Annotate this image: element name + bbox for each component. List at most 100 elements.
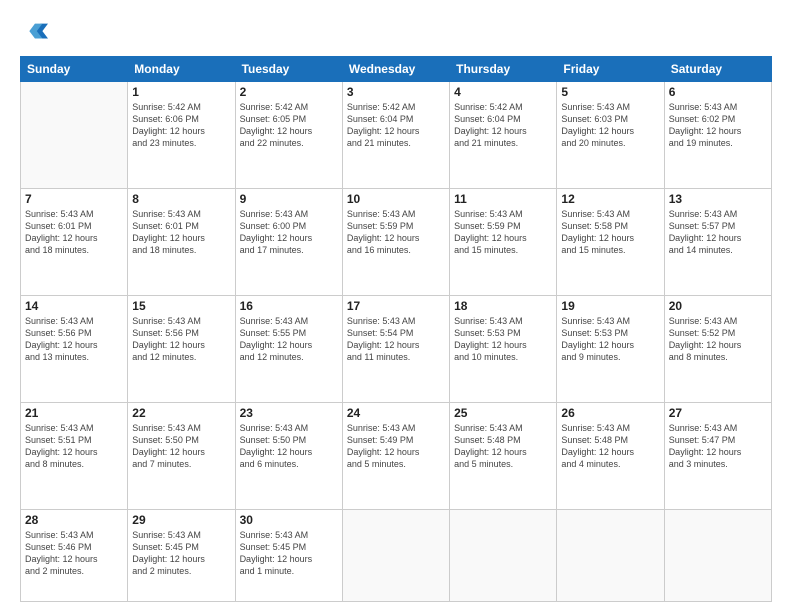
daylight-label: Daylight: 12 hours: [561, 233, 634, 243]
header: [20, 18, 772, 46]
day-number: 21: [25, 406, 123, 420]
calendar-week-5: 28 Sunrise: 5:43 AM Sunset: 5:46 PM Dayl…: [21, 509, 772, 601]
sunset-label: Sunset: 5:54 PM: [347, 328, 414, 338]
day-info: Sunrise: 5:43 AM Sunset: 5:48 PM Dayligh…: [561, 422, 659, 471]
daylight-label: Daylight: 12 hours: [669, 447, 742, 457]
weekday-header-friday: Friday: [557, 57, 664, 82]
day-info: Sunrise: 5:43 AM Sunset: 5:50 PM Dayligh…: [132, 422, 230, 471]
calendar-cell: 2 Sunrise: 5:42 AM Sunset: 6:05 PM Dayli…: [235, 82, 342, 189]
sunset-label: Sunset: 5:47 PM: [669, 435, 736, 445]
day-number: 11: [454, 192, 552, 206]
daylight-label: Daylight: 12 hours: [454, 126, 527, 136]
day-number: 25: [454, 406, 552, 420]
sunset-label: Sunset: 5:52 PM: [669, 328, 736, 338]
sunrise-label: Sunrise: 5:42 AM: [240, 102, 309, 112]
daylight-minutes: and 7 minutes.: [132, 459, 191, 469]
calendar-cell: 24 Sunrise: 5:43 AM Sunset: 5:49 PM Dayl…: [342, 402, 449, 509]
daylight-minutes: and 12 minutes.: [132, 352, 196, 362]
daylight-minutes: and 6 minutes.: [240, 459, 299, 469]
daylight-label: Daylight: 12 hours: [240, 340, 313, 350]
day-number: 24: [347, 406, 445, 420]
calendar-cell: 30 Sunrise: 5:43 AM Sunset: 5:45 PM Dayl…: [235, 509, 342, 601]
daylight-minutes: and 2 minutes.: [25, 566, 84, 576]
sunset-label: Sunset: 6:04 PM: [347, 114, 414, 124]
day-info: Sunrise: 5:43 AM Sunset: 6:01 PM Dayligh…: [25, 208, 123, 257]
daylight-label: Daylight: 12 hours: [25, 340, 98, 350]
day-number: 28: [25, 513, 123, 527]
sunset-label: Sunset: 5:56 PM: [25, 328, 92, 338]
daylight-label: Daylight: 12 hours: [240, 126, 313, 136]
daylight-label: Daylight: 12 hours: [25, 447, 98, 457]
sunset-label: Sunset: 6:00 PM: [240, 221, 307, 231]
day-number: 26: [561, 406, 659, 420]
daylight-minutes: and 5 minutes.: [454, 459, 513, 469]
calendar-cell: 4 Sunrise: 5:42 AM Sunset: 6:04 PM Dayli…: [450, 82, 557, 189]
daylight-minutes: and 3 minutes.: [669, 459, 728, 469]
daylight-label: Daylight: 12 hours: [240, 233, 313, 243]
day-number: 1: [132, 85, 230, 99]
calendar-cell: [342, 509, 449, 601]
daylight-minutes: and 19 minutes.: [669, 138, 733, 148]
daylight-label: Daylight: 12 hours: [240, 554, 313, 564]
calendar-cell: 11 Sunrise: 5:43 AM Sunset: 5:59 PM Dayl…: [450, 188, 557, 295]
sunrise-label: Sunrise: 5:43 AM: [132, 423, 201, 433]
calendar-cell: 20 Sunrise: 5:43 AM Sunset: 5:52 PM Dayl…: [664, 295, 771, 402]
daylight-minutes: and 23 minutes.: [132, 138, 196, 148]
calendar-table: SundayMondayTuesdayWednesdayThursdayFrid…: [20, 56, 772, 602]
sunrise-label: Sunrise: 5:43 AM: [347, 423, 416, 433]
daylight-label: Daylight: 12 hours: [132, 126, 205, 136]
day-info: Sunrise: 5:43 AM Sunset: 6:00 PM Dayligh…: [240, 208, 338, 257]
calendar-cell: 21 Sunrise: 5:43 AM Sunset: 5:51 PM Dayl…: [21, 402, 128, 509]
calendar-cell: 19 Sunrise: 5:43 AM Sunset: 5:53 PM Dayl…: [557, 295, 664, 402]
daylight-label: Daylight: 12 hours: [454, 340, 527, 350]
calendar-cell: 9 Sunrise: 5:43 AM Sunset: 6:00 PM Dayli…: [235, 188, 342, 295]
day-info: Sunrise: 5:43 AM Sunset: 6:01 PM Dayligh…: [132, 208, 230, 257]
daylight-label: Daylight: 12 hours: [669, 126, 742, 136]
calendar-cell: 15 Sunrise: 5:43 AM Sunset: 5:56 PM Dayl…: [128, 295, 235, 402]
daylight-label: Daylight: 12 hours: [132, 554, 205, 564]
sunrise-label: Sunrise: 5:43 AM: [25, 530, 94, 540]
daylight-label: Daylight: 12 hours: [25, 233, 98, 243]
sunset-label: Sunset: 6:03 PM: [561, 114, 628, 124]
logo-icon: [20, 18, 48, 46]
daylight-minutes: and 17 minutes.: [240, 245, 304, 255]
calendar-cell: 12 Sunrise: 5:43 AM Sunset: 5:58 PM Dayl…: [557, 188, 664, 295]
daylight-label: Daylight: 12 hours: [132, 447, 205, 457]
sunset-label: Sunset: 5:53 PM: [454, 328, 521, 338]
day-number: 19: [561, 299, 659, 313]
sunrise-label: Sunrise: 5:43 AM: [561, 102, 630, 112]
calendar-cell: 7 Sunrise: 5:43 AM Sunset: 6:01 PM Dayli…: [21, 188, 128, 295]
sunset-label: Sunset: 5:45 PM: [132, 542, 199, 552]
sunrise-label: Sunrise: 5:43 AM: [132, 530, 201, 540]
day-info: Sunrise: 5:43 AM Sunset: 5:56 PM Dayligh…: [132, 315, 230, 364]
calendar-cell: 26 Sunrise: 5:43 AM Sunset: 5:48 PM Dayl…: [557, 402, 664, 509]
daylight-label: Daylight: 12 hours: [454, 233, 527, 243]
day-info: Sunrise: 5:43 AM Sunset: 5:56 PM Dayligh…: [25, 315, 123, 364]
calendar-cell: 1 Sunrise: 5:42 AM Sunset: 6:06 PM Dayli…: [128, 82, 235, 189]
day-info: Sunrise: 5:43 AM Sunset: 5:59 PM Dayligh…: [454, 208, 552, 257]
day-number: 20: [669, 299, 767, 313]
daylight-label: Daylight: 12 hours: [561, 126, 634, 136]
day-number: 6: [669, 85, 767, 99]
daylight-minutes: and 18 minutes.: [25, 245, 89, 255]
sunrise-label: Sunrise: 5:43 AM: [347, 209, 416, 219]
day-info: Sunrise: 5:42 AM Sunset: 6:05 PM Dayligh…: [240, 101, 338, 150]
calendar-week-2: 7 Sunrise: 5:43 AM Sunset: 6:01 PM Dayli…: [21, 188, 772, 295]
day-number: 5: [561, 85, 659, 99]
sunrise-label: Sunrise: 5:43 AM: [669, 423, 738, 433]
daylight-minutes: and 4 minutes.: [561, 459, 620, 469]
day-info: Sunrise: 5:43 AM Sunset: 5:48 PM Dayligh…: [454, 422, 552, 471]
sunrise-label: Sunrise: 5:43 AM: [561, 209, 630, 219]
daylight-label: Daylight: 12 hours: [454, 447, 527, 457]
sunset-label: Sunset: 6:01 PM: [132, 221, 199, 231]
sunset-label: Sunset: 5:57 PM: [669, 221, 736, 231]
logo: [20, 18, 52, 46]
sunset-label: Sunset: 5:50 PM: [132, 435, 199, 445]
daylight-minutes: and 8 minutes.: [25, 459, 84, 469]
calendar-cell: [450, 509, 557, 601]
sunrise-label: Sunrise: 5:43 AM: [669, 209, 738, 219]
sunset-label: Sunset: 6:05 PM: [240, 114, 307, 124]
sunrise-label: Sunrise: 5:43 AM: [25, 423, 94, 433]
calendar-cell: 17 Sunrise: 5:43 AM Sunset: 5:54 PM Dayl…: [342, 295, 449, 402]
calendar-cell: 3 Sunrise: 5:42 AM Sunset: 6:04 PM Dayli…: [342, 82, 449, 189]
